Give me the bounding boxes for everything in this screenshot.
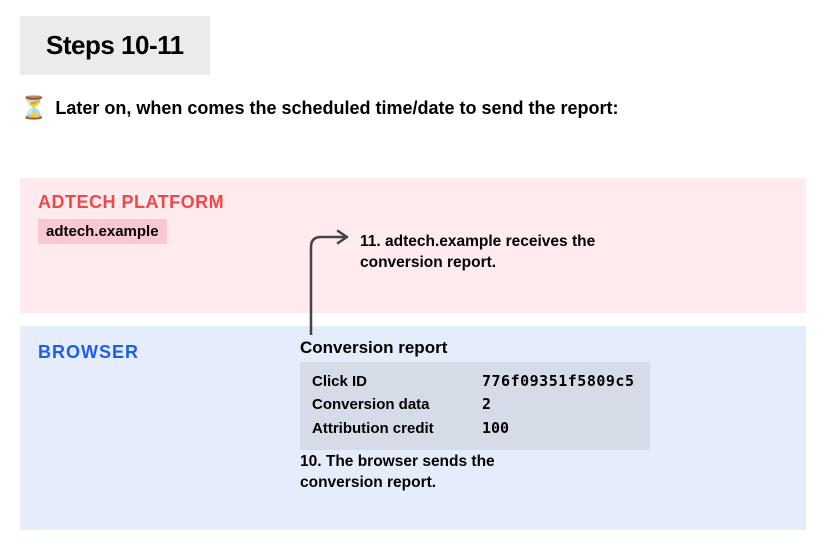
step-11-text: 11. adtech.example receives the conversi…	[360, 232, 620, 274]
report-row-click-id: Click ID 776f09351f5809c5	[312, 370, 638, 393]
intro-line: ⏳ Later on, when comes the scheduled tim…	[20, 97, 826, 119]
step-10-text: 10. The browser sends the conversion rep…	[300, 452, 550, 494]
conversion-report-block: Conversion report Click ID 776f09351f580…	[300, 338, 650, 450]
report-row-conv-data: Conversion data 2	[312, 393, 638, 416]
report-key-conv-data: Conversion data	[312, 393, 482, 416]
intro-text: Later on, when comes the scheduled time/…	[55, 98, 618, 119]
steps-title-badge: Steps 10-11	[20, 16, 210, 75]
adtech-heading: ADTECH PLATFORM	[38, 192, 788, 213]
report-key-click-id: Click ID	[312, 370, 482, 393]
adtech-domain-chip: adtech.example	[38, 219, 167, 244]
report-val-click-id: 776f09351f5809c5	[482, 370, 635, 393]
report-row-attr-credit: Attribution credit 100	[312, 417, 638, 440]
hourglass-icon: ⏳	[20, 97, 47, 119]
conversion-report-title: Conversion report	[300, 338, 650, 358]
conversion-report-table: Click ID 776f09351f5809c5 Conversion dat…	[300, 362, 650, 450]
report-key-attr-credit: Attribution credit	[312, 417, 482, 440]
report-val-conv-data: 2	[482, 393, 491, 416]
report-val-attr-credit: 100	[482, 417, 509, 440]
